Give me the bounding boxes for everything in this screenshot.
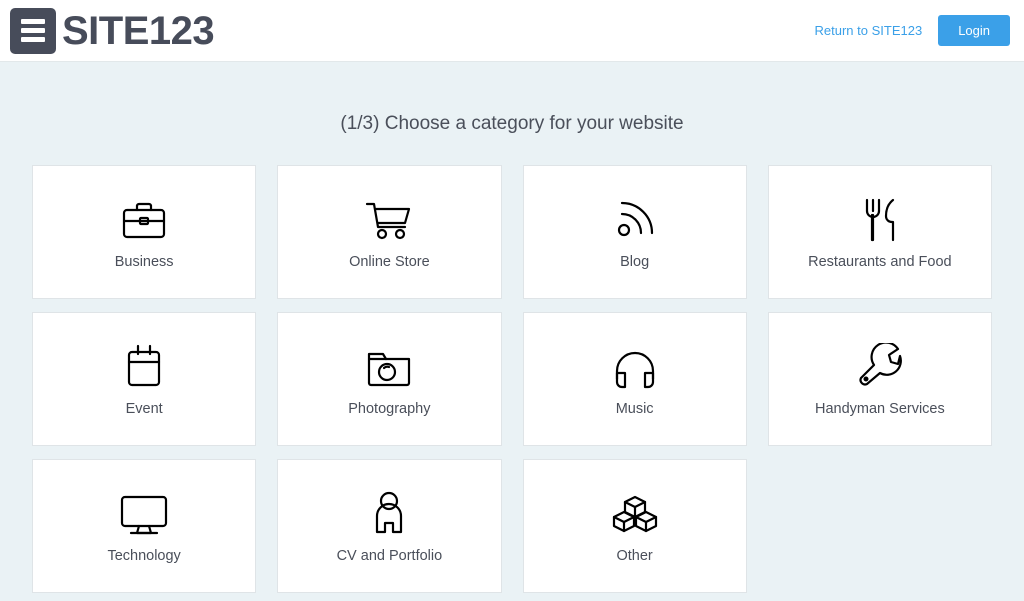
category-card-technology[interactable]: Technology bbox=[32, 458, 257, 593]
wrench-icon bbox=[856, 339, 904, 395]
header-actions: Return to SITE123 Login bbox=[815, 15, 1010, 46]
brand-name: SITE123 bbox=[62, 8, 215, 53]
category-card-cv-and-portfolio[interactable]: CV and Portfolio bbox=[277, 458, 502, 593]
category-card-other[interactable]: Other bbox=[522, 458, 747, 593]
category-card-business[interactable]: Business bbox=[32, 164, 257, 299]
category-card-restaurants-and-food[interactable]: Restaurants and Food bbox=[767, 164, 992, 299]
category-label: Photography bbox=[348, 401, 431, 418]
category-card-photography[interactable]: Photography bbox=[277, 311, 502, 446]
briefcase-icon bbox=[119, 192, 169, 248]
headphones-icon bbox=[610, 339, 660, 395]
return-to-site123-link[interactable]: Return to SITE123 bbox=[815, 23, 923, 38]
desktop-monitor-icon bbox=[118, 486, 170, 542]
login-button[interactable]: Login bbox=[938, 15, 1010, 46]
category-card-blog[interactable]: Blog bbox=[522, 164, 747, 299]
shopping-cart-icon bbox=[363, 192, 415, 248]
category-label: Event bbox=[125, 401, 163, 418]
category-label: Technology bbox=[107, 548, 181, 565]
site-header: SITE123 Return to SITE123 Login bbox=[0, 0, 1024, 62]
rss-feed-icon bbox=[612, 192, 658, 248]
calendar-icon bbox=[122, 339, 166, 395]
category-card-music[interactable]: Music bbox=[522, 311, 747, 446]
category-card-online-store[interactable]: Online Store bbox=[277, 164, 502, 299]
category-label: CV and Portfolio bbox=[336, 548, 443, 565]
category-grid: Business Online Store Blog Restaurants a… bbox=[32, 164, 992, 593]
cubes-icon bbox=[609, 486, 661, 542]
category-label: Online Store bbox=[349, 254, 430, 271]
camera-icon bbox=[364, 339, 414, 395]
page-title: (1/3) Choose a category for your website bbox=[340, 113, 684, 134]
person-icon bbox=[371, 486, 407, 542]
hamburger-mark-icon bbox=[10, 7, 56, 54]
category-label: Blog bbox=[620, 254, 650, 271]
category-label: Restaurants and Food bbox=[808, 254, 952, 271]
category-card-handyman-services[interactable]: Handyman Services bbox=[767, 311, 992, 446]
main-content: (1/3) Choose a category for your website… bbox=[0, 62, 1024, 593]
fork-and-knife-icon bbox=[858, 192, 902, 248]
category-label: Business bbox=[114, 254, 174, 271]
category-card-event[interactable]: Event bbox=[32, 311, 257, 446]
category-label: Music bbox=[615, 401, 654, 418]
category-label: Handyman Services bbox=[815, 401, 945, 418]
category-label: Other bbox=[616, 548, 653, 565]
brand-logo[interactable]: SITE123 bbox=[10, 7, 215, 54]
